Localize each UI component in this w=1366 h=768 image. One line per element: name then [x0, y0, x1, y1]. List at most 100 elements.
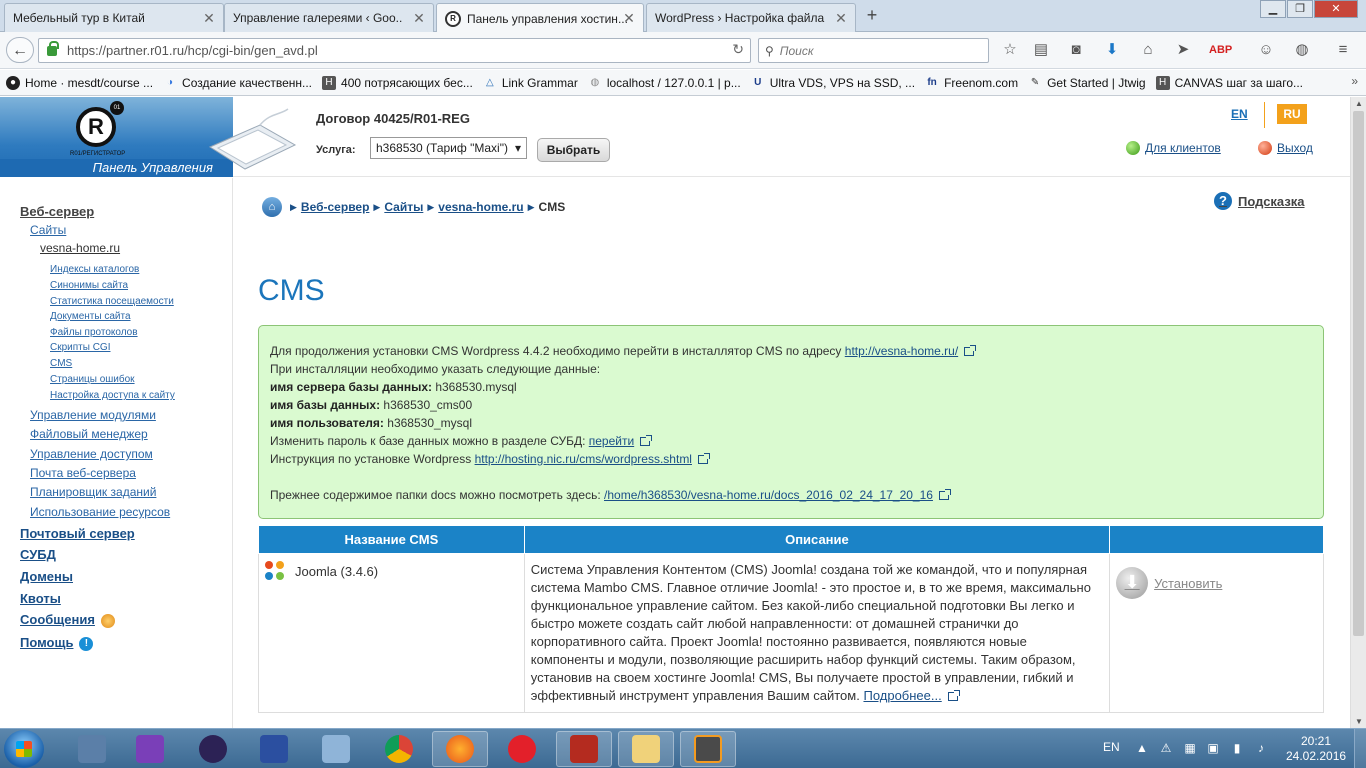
tab-mebel[interactable]: Мебельный тур в Китай ✕: [4, 3, 224, 32]
taskbar-app-virtualbox[interactable]: [64, 731, 120, 767]
sidebar-item-dbms[interactable]: СУБД: [20, 547, 56, 562]
share-icon[interactable]: ➤: [1173, 40, 1193, 60]
sidebar-item-webserver-mail[interactable]: Почта веб-сервера: [30, 466, 136, 480]
service-select[interactable]: h368530 (Тариф "Maxi") ▾: [370, 137, 527, 159]
start-button[interactable]: [4, 730, 44, 768]
sidebar-item-cgi[interactable]: Скрипты CGI: [50, 342, 110, 353]
sidebar-item-docs[interactable]: Документы сайта: [50, 311, 131, 322]
tab-galleries[interactable]: Управление галереями ‹ Goo... ✕: [224, 3, 434, 32]
taskbar-app-editor[interactable]: [246, 731, 302, 767]
sidebar-item-aliases[interactable]: Синонимы сайта: [50, 280, 128, 291]
tray-volume-icon[interactable]: ♪: [1253, 740, 1269, 756]
dbms-link[interactable]: перейти: [589, 434, 634, 448]
search-input[interactable]: ⚲ Поиск: [758, 38, 989, 63]
clients-link[interactable]: Для клиентов: [1126, 141, 1221, 155]
bookmark-github[interactable]: ● Home · mesdt/course ...: [6, 75, 153, 90]
downloads-icon[interactable]: ⬇: [1102, 40, 1122, 60]
bookmarks-more-icon[interactable]: »: [1351, 74, 1358, 88]
installer-link[interactable]: http://vesna-home.ru/: [845, 344, 958, 358]
sidebar-item-scheduler[interactable]: Планировщик заданий: [30, 485, 156, 499]
tab-hosting-panel[interactable]: R Панель управления хостин... ✕: [436, 3, 644, 33]
breadcrumb-web-server[interactable]: Веб-сервер: [301, 200, 370, 214]
more-link[interactable]: Подробнее...: [863, 688, 941, 703]
sidebar-item-file-manager[interactable]: Файловый менеджер: [30, 427, 148, 441]
tray-language[interactable]: EN: [1103, 740, 1120, 754]
sidebar-item-quotas[interactable]: Квоты: [20, 591, 61, 606]
close-tab-icon[interactable]: ✕: [833, 10, 849, 26]
adblock-icon[interactable]: ABP: [1209, 40, 1232, 60]
taskbar-app-box[interactable]: [308, 731, 364, 767]
sidebar-item-access-control[interactable]: Управление доступом: [30, 447, 153, 461]
sidebar-item-sites[interactable]: Сайты: [30, 223, 66, 237]
emoji-icon[interactable]: ☺: [1256, 40, 1276, 60]
menu-icon[interactable]: ≡: [1333, 40, 1353, 60]
page-scrollbar[interactable]: ▲ ▼: [1350, 97, 1366, 728]
taskbar-app-filezilla[interactable]: [556, 731, 612, 767]
bookmark-freenom[interactable]: fn Freenom.com: [925, 76, 1018, 90]
logo-block[interactable]: R 01 R01/РЕГИСТРАТОР Панель Управления: [0, 97, 233, 177]
sidebar-item-mail-server[interactable]: Почтовый сервер: [20, 526, 135, 541]
instruction-link[interactable]: http://hosting.nic.ru/cms/wordpress.shtm…: [475, 452, 692, 466]
sidebar-item-modules[interactable]: Управление модулями: [30, 408, 156, 422]
bookmark-canvas[interactable]: H CANVAS шаг за шаго...: [1155, 75, 1303, 90]
sidebar-item-help[interactable]: Помощь!: [20, 635, 94, 651]
maximize-button[interactable]: ❐: [1287, 0, 1313, 18]
tray-signal-icon[interactable]: ▮: [1229, 740, 1245, 756]
bookmark-quality[interactable]: ◑ Создание качественн...: [163, 76, 312, 90]
tab-wordpress[interactable]: WordPress › Настройка файла... ✕: [646, 3, 856, 32]
url-bar[interactable]: https://partner.r01.ru/hcp/cgi-bin/gen_a…: [38, 38, 751, 63]
globe-icon[interactable]: ◍: [1292, 40, 1312, 60]
taskbar-app-eclipse[interactable]: [185, 731, 241, 767]
home-icon[interactable]: ⌂: [262, 197, 282, 217]
sidebar-item-logs[interactable]: Файлы протоколов: [50, 327, 138, 338]
tray-network-warning-icon[interactable]: ⚠: [1158, 740, 1174, 756]
new-tab-button[interactable]: +: [862, 6, 882, 26]
show-desktop-button[interactable]: [1354, 729, 1366, 768]
scrollbar-thumb[interactable]: [1353, 111, 1364, 636]
sidebar-item-web-server[interactable]: Веб-сервер: [20, 204, 94, 219]
bookmark-ultravds[interactable]: U Ultra VDS, VPS на SSD, ...: [751, 76, 915, 90]
close-tab-icon[interactable]: ✕: [411, 10, 427, 26]
sidebar-item-stats[interactable]: Статистика посещаемости: [50, 296, 174, 307]
taskbar-app-sublime[interactable]: [680, 731, 736, 767]
minimize-button[interactable]: ▁: [1260, 0, 1286, 18]
sidebar-item-cms[interactable]: CMS: [50, 358, 72, 369]
logout-link[interactable]: Выход: [1258, 141, 1313, 155]
pocket-icon[interactable]: ◙: [1066, 40, 1086, 60]
close-tab-icon[interactable]: ✕: [621, 10, 637, 26]
taskbar-app-chrome[interactable]: [371, 731, 427, 767]
install-button[interactable]: ⬇ Установить: [1116, 567, 1317, 599]
docs-folder-link[interactable]: /home/h368530/vesna-home.ru/docs_2016_02…: [604, 488, 933, 502]
breadcrumb-sites[interactable]: Сайты: [384, 200, 423, 214]
reload-icon[interactable]: ↻: [732, 41, 744, 58]
tray-expand-icon[interactable]: ▲: [1134, 740, 1150, 756]
sidebar-item-dir-index[interactable]: Индексы каталогов: [50, 264, 139, 275]
sidebar-item-messages[interactable]: Сообщения: [20, 612, 115, 628]
breadcrumb-site[interactable]: vesna-home.ru: [438, 200, 523, 214]
home-icon[interactable]: ⌂: [1138, 40, 1158, 60]
bookmark-400[interactable]: H 400 потрясающих бес...: [322, 75, 473, 90]
sidebar-item-site[interactable]: vesna-home.ru: [40, 241, 120, 255]
tray-clock[interactable]: 20:21 24.02.2016: [1286, 734, 1346, 764]
back-button[interactable]: ←: [6, 37, 34, 63]
taskbar-app-opera[interactable]: [494, 731, 550, 767]
close-tab-icon[interactable]: ✕: [201, 10, 217, 26]
window-close-button[interactable]: ✕: [1314, 0, 1358, 18]
sidebar-item-resources[interactable]: Использование ресурсов: [30, 505, 170, 519]
reading-list-icon[interactable]: ▤: [1031, 40, 1051, 60]
bookmark-star-icon[interactable]: ☆: [1000, 40, 1020, 60]
bookmark-jtwig[interactable]: ✎ Get Started | Jtwig: [1028, 76, 1146, 90]
scroll-up-icon[interactable]: ▲: [1351, 97, 1366, 110]
bookmark-link-grammar[interactable]: △ Link Grammar: [483, 76, 578, 90]
sidebar-item-domains[interactable]: Домены: [20, 569, 73, 584]
lang-en-link[interactable]: EN: [1231, 107, 1248, 121]
lang-ru-button[interactable]: RU: [1277, 104, 1307, 124]
scroll-down-icon[interactable]: ▼: [1351, 715, 1366, 728]
tray-device-icon[interactable]: ▣: [1205, 740, 1221, 756]
taskbar-app-visual-studio[interactable]: [122, 731, 178, 767]
taskbar-app-explorer[interactable]: [618, 731, 674, 767]
hint-link[interactable]: ? Подсказка: [1214, 192, 1305, 210]
choose-button[interactable]: Выбрать: [537, 138, 610, 162]
sidebar-item-error-pages[interactable]: Страницы ошибок: [50, 374, 135, 385]
sidebar-item-site-access[interactable]: Настройка доступа к сайту: [50, 390, 175, 401]
